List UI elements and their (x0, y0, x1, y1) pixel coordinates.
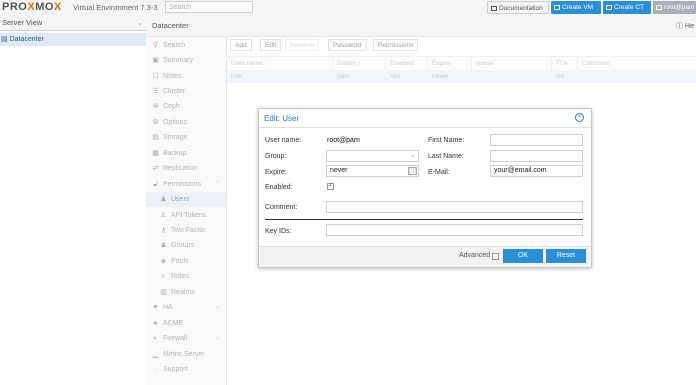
firstname-field[interactable] (490, 134, 583, 146)
chevron-down-icon: ⌄ (136, 18, 143, 27)
documentation-label: Documentation (499, 5, 543, 12)
expire-value: never (330, 167, 348, 174)
search-input[interactable]: Search (165, 1, 253, 13)
tree-item-datacenter[interactable]: ▤ Datacenter (0, 33, 146, 46)
keyids-label: Key IDs: (265, 228, 292, 235)
close-icon[interactable]: × (575, 113, 584, 122)
chevron-down-icon[interactable]: ⌄ (410, 151, 415, 161)
help-button[interactable]: ⓘ He (676, 21, 694, 31)
group-label: Group: (265, 153, 287, 160)
dialog-footer: Advanced OK Reset (259, 246, 591, 267)
content-header: Datacenter ⓘ He (146, 16, 696, 37)
logo-x-1: X (27, 1, 36, 13)
dialog-title: Edit: User (264, 114, 300, 123)
logo-mid: MO (35, 1, 54, 13)
comment-field[interactable] (326, 201, 583, 213)
logo-prefix: PRO (2, 1, 28, 13)
user-icon (656, 5, 662, 10)
documentation-button[interactable]: Documentation (487, 1, 549, 14)
view-selector-label: Server View (2, 18, 43, 27)
username-label: User name: (265, 137, 302, 144)
page-title: Datacenter (152, 21, 189, 30)
help-label: He (685, 23, 694, 30)
dialog-header[interactable]: Edit: User × (259, 109, 591, 128)
resource-tree: Server View ⌄ ▤ Datacenter (0, 16, 147, 385)
expire-label: Expire: (265, 169, 287, 176)
tree-item-label: Datacenter (9, 36, 44, 43)
version-label: Virtual Environment 7.3-3 (73, 3, 158, 12)
logo-x-2: X (53, 1, 62, 13)
book-icon (491, 6, 497, 11)
group-select[interactable]: ⌄ (326, 150, 419, 162)
username-value: root@pam (327, 137, 360, 144)
edit-user-dialog: Edit: User × User name: root@pam Group: … (258, 108, 592, 268)
top-bar: PROXMOX Virtual Environment 7.3-3 Search… (0, 0, 696, 17)
reset-button[interactable]: Reset (546, 249, 586, 263)
email-label: E-Mail: (428, 169, 450, 176)
enabled-checkbox[interactable]: ✓ (327, 183, 334, 190)
ok-button[interactable]: OK (503, 249, 543, 263)
keyids-field[interactable] (326, 224, 583, 236)
create-ct-label: Create CT (614, 4, 644, 11)
desktop-icon (554, 5, 560, 10)
server-icon: ▤ (1, 36, 10, 43)
user-menu-button[interactable]: root@pam (653, 1, 696, 14)
create-vm-button[interactable]: Create VM (551, 1, 601, 14)
lastname-label: Last Name: (428, 153, 464, 160)
divider (265, 219, 583, 220)
create-ct-button[interactable]: Create CT (603, 1, 651, 14)
view-selector[interactable]: Server View ⌄ (0, 16, 146, 31)
advanced-label: Advanced (459, 252, 491, 259)
proxmox-logo[interactable]: PROXMOX (2, 1, 62, 13)
enabled-label: Enabled: (265, 184, 293, 191)
user-menu-label: root@pam (664, 4, 695, 11)
email-field[interactable]: your@email.com (490, 165, 583, 177)
create-vm-label: Create VM (562, 4, 594, 11)
comment-label: Comment: (265, 204, 298, 211)
cube-icon (606, 5, 612, 10)
expire-field[interactable]: never (326, 165, 419, 177)
question-icon: ⓘ (676, 23, 686, 30)
advanced-checkbox[interactable] (492, 253, 499, 260)
lastname-field[interactable] (490, 150, 583, 162)
calendar-icon[interactable] (408, 167, 417, 175)
firstname-label: First Name: (428, 137, 465, 144)
